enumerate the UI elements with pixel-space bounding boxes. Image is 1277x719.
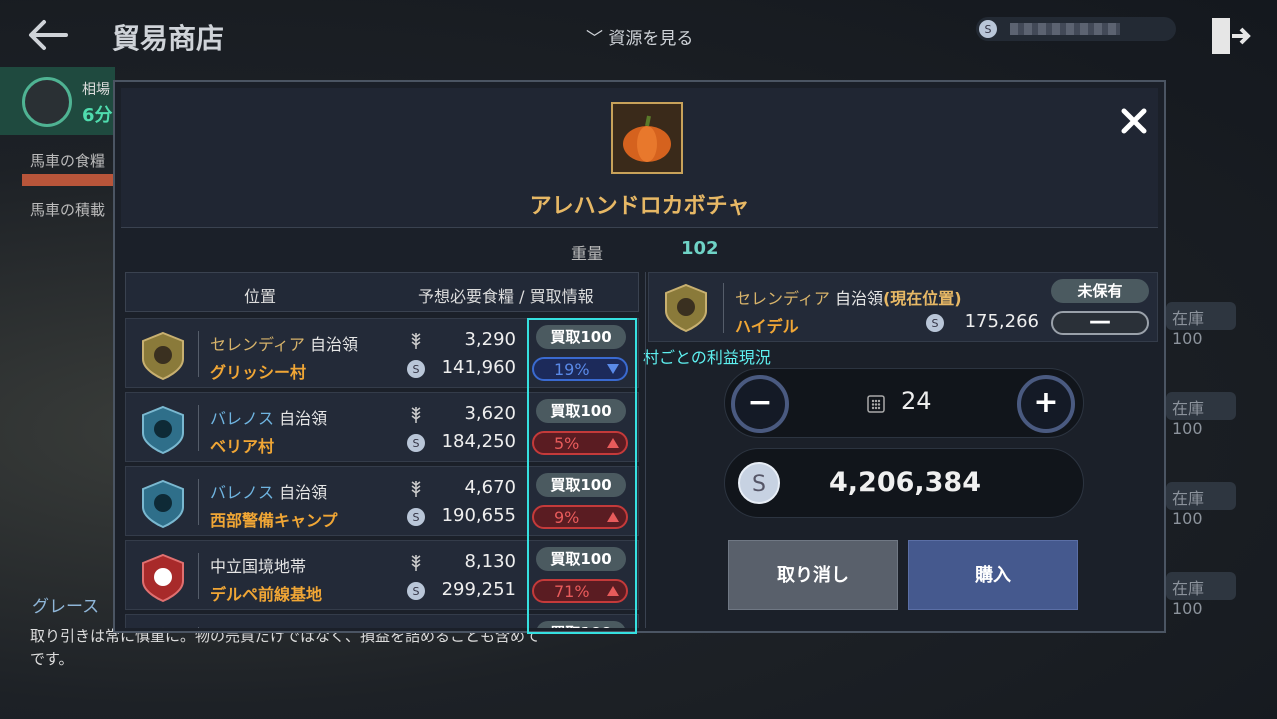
modal-header: アレハンドロカボチャ bbox=[121, 88, 1158, 228]
stock-badge: 在庫 100 bbox=[1166, 482, 1236, 528]
top-bar: 貿易商店 ﹀ 資源を見る S bbox=[0, 0, 1277, 68]
buy-button[interactable]: 購入 bbox=[908, 540, 1078, 610]
blue-region-emblem-icon bbox=[142, 405, 184, 455]
wheat-icon bbox=[411, 407, 421, 423]
row-region: 中立国境地帯 bbox=[210, 557, 307, 576]
stock-badge: 在庫 100 bbox=[1166, 572, 1236, 618]
red-region-emblem-icon bbox=[142, 553, 184, 603]
row-price: 299,251 bbox=[441, 579, 516, 600]
row-food: 8,130 bbox=[464, 551, 516, 572]
silver-coin-icon: S bbox=[407, 360, 425, 378]
current-village: ハイデル bbox=[735, 317, 799, 336]
svg-text:S: S bbox=[985, 23, 992, 36]
svg-text:S: S bbox=[932, 317, 939, 330]
current-region: セレンディア 自治領(現在位置) bbox=[735, 289, 962, 308]
silver-coin-icon: S bbox=[407, 508, 425, 526]
col-location: 位置 bbox=[244, 287, 277, 306]
row-price: 141,960 bbox=[441, 357, 516, 378]
exit-icon[interactable] bbox=[1208, 14, 1252, 58]
close-icon[interactable] bbox=[1121, 108, 1147, 134]
total-price-box: S 4,206,384 bbox=[724, 448, 1084, 518]
calculator-icon[interactable] bbox=[867, 395, 885, 413]
row-price: 190,655 bbox=[441, 505, 516, 526]
pumpkin-icon bbox=[611, 102, 683, 174]
row-price: 184,250 bbox=[441, 431, 516, 452]
silver-coin-icon: S bbox=[926, 314, 944, 332]
back-arrow-icon[interactable] bbox=[26, 18, 70, 52]
row-food: 12,410 bbox=[426, 625, 516, 628]
market-status-panel: 相場 6分 bbox=[0, 67, 115, 135]
stock-badge: 在庫 100 bbox=[1166, 392, 1236, 438]
resources-toggle[interactable]: ﹀ 資源を見る bbox=[586, 24, 693, 49]
owned-count-pill: — bbox=[1051, 311, 1149, 335]
wagon-weight-label: 馬車の積載 bbox=[30, 201, 106, 219]
silver-coin-icon: S bbox=[407, 582, 425, 600]
wagon-food-bar bbox=[22, 174, 114, 186]
gold-region-emblem-icon bbox=[142, 331, 184, 381]
wheat-icon bbox=[411, 481, 421, 497]
row-region: バレノス 自治領 bbox=[210, 483, 328, 502]
row-village: ベリア村 bbox=[210, 437, 275, 456]
npc-name: グレース bbox=[32, 597, 100, 617]
item-name: アレハンドロカボチャ bbox=[529, 194, 750, 219]
current-price: 175,266 bbox=[964, 311, 1039, 332]
silver-coin-icon: S bbox=[407, 434, 425, 452]
wheat-icon bbox=[411, 555, 421, 571]
purchase-detail: セレンディア 自治領(現在位置) ハイデル S 175,266 未保有 — − … bbox=[645, 272, 1158, 628]
row-village: グリッシー村 bbox=[210, 363, 307, 382]
current-location: セレンディア 自治領(現在位置) ハイデル S 175,266 未保有 — bbox=[648, 272, 1158, 342]
total-price: 4,206,384 bbox=[828, 467, 982, 498]
row-food: 3,290 bbox=[464, 329, 516, 350]
decrease-button[interactable]: − bbox=[731, 375, 789, 433]
red-region-emblem-icon bbox=[162, 627, 164, 628]
wheat-icon bbox=[411, 333, 421, 349]
resources-toggle-label: 資源を見る bbox=[608, 29, 694, 49]
blurred-balance bbox=[1010, 23, 1120, 35]
svg-text:S: S bbox=[413, 511, 420, 524]
chevron-down-icon: ﹀ bbox=[586, 29, 603, 49]
quantity-value[interactable]: 24 bbox=[901, 387, 932, 415]
weight-value: 102 bbox=[681, 238, 719, 259]
item-purchase-modal: アレハンドロカボチャ 重量 102 位置 予想必要食糧 / 買取情報 セレンディ… bbox=[113, 80, 1166, 634]
row-village: 西部警備キャンプ bbox=[210, 511, 338, 530]
silver-balance: S bbox=[976, 17, 1176, 41]
row-region: バレノス 自治領 bbox=[210, 409, 328, 428]
market-time: 6分 bbox=[82, 105, 113, 126]
silver-coin-icon: S bbox=[979, 20, 997, 38]
profit-highlight-box bbox=[527, 318, 637, 634]
row-food: 3,620 bbox=[464, 403, 516, 424]
market-label: 相場 bbox=[82, 82, 110, 98]
ownership-badge: 未保有 bbox=[1051, 279, 1149, 303]
svg-text:S: S bbox=[413, 437, 420, 450]
market-icon bbox=[22, 77, 72, 127]
page-title: 貿易商店 bbox=[112, 22, 225, 55]
col-info: 予想必要食糧 / 買取情報 bbox=[418, 287, 594, 306]
weight-label: 重量 bbox=[571, 244, 604, 263]
increase-button[interactable]: + bbox=[1017, 375, 1075, 433]
serendia-emblem-icon bbox=[665, 283, 707, 333]
table-header: 位置 予想必要食糧 / 買取情報 bbox=[125, 272, 639, 312]
svg-text:S: S bbox=[413, 363, 420, 376]
row-region: セレンディア 自治領 bbox=[210, 335, 358, 354]
svg-text:S: S bbox=[413, 585, 420, 598]
blue-region-emblem-icon bbox=[142, 479, 184, 529]
stock-badge: 在庫 100 bbox=[1166, 302, 1236, 348]
cancel-button[interactable]: 取り消し bbox=[728, 540, 898, 610]
quantity-stepper: − 24 + bbox=[724, 368, 1084, 438]
wagon-food-label: 馬車の食糧 bbox=[30, 152, 106, 170]
wheat-icon bbox=[410, 627, 422, 628]
row-village: デルペ前線基地 bbox=[210, 585, 323, 604]
row-food: 4,670 bbox=[464, 477, 516, 498]
